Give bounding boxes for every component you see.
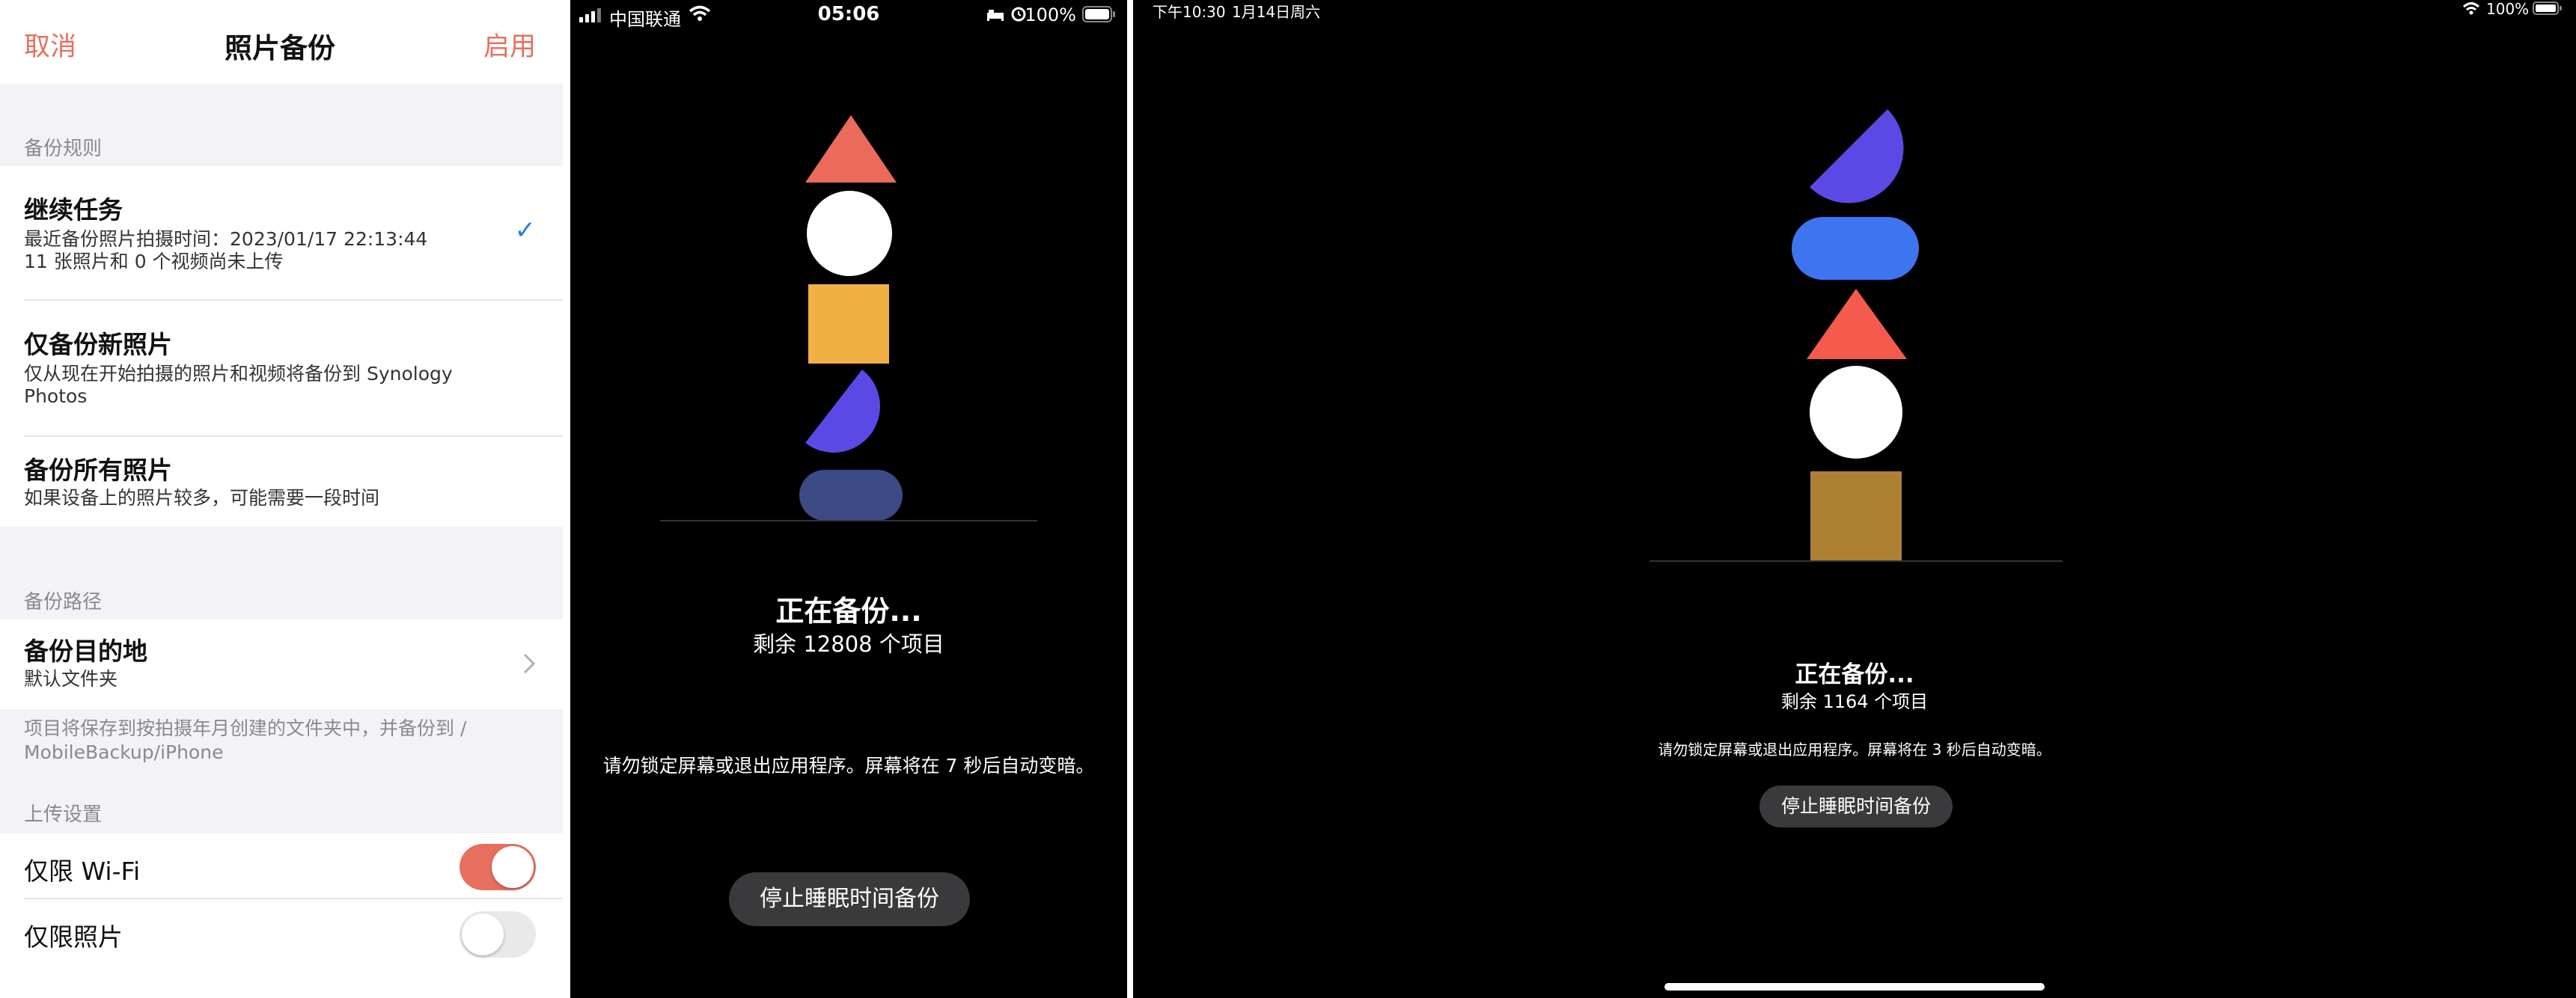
backing-up-title: 正在备份...	[775, 595, 922, 628]
option-title: 仅备份新照片	[24, 330, 172, 359]
option-desc-line1: 仅从现在开始拍摄的照片和视频将备份到 Synology	[24, 363, 453, 385]
pill-shape	[1792, 217, 1919, 280]
enable-button[interactable]: 启用	[483, 25, 536, 64]
option-desc-line2: 11 张照片和 0 个视频尚未上传	[24, 251, 284, 272]
path-note-area: 项目将保存到按拍摄年月创建的文件夹中，并备份到 / MobileBackup/i…	[0, 709, 567, 833]
destination-value: 默认文件夹	[24, 668, 118, 690]
checkmark-icon: ✓	[514, 215, 537, 245]
toggle-knob	[462, 913, 504, 955]
warning-text: 请勿锁定屏幕或退出应用程序。屏幕将在 3 秒后自动变暗。	[1658, 741, 2051, 759]
triangle-shape	[805, 115, 897, 183]
option-all-photos[interactable]: 备份所有照片 如果设备上的照片较多，可能需要一段时间	[0, 438, 563, 525]
stacked-shapes-illustration	[1792, 109, 1919, 561]
divider	[24, 435, 563, 437]
wifi-only-toggle[interactable]	[460, 844, 536, 890]
option-title: 备份所有照片	[24, 456, 172, 485]
warning-text: 请勿锁定屏幕或退出应用程序。屏幕将在 7 秒后自动变暗。	[602, 755, 1095, 777]
section-label-upload: 上传设置	[24, 803, 103, 826]
option-new-photos-only[interactable]: 仅备份新照片 仅从现在开始拍摄的照片和视频将备份到 Synology Photo…	[0, 302, 563, 437]
option-desc-line2: Photos	[24, 385, 88, 407]
backup-destination-row[interactable]: 备份目的地 默认文件夹	[0, 621, 563, 708]
option-desc-line1: 如果设备上的照片较多，可能需要一段时间	[24, 487, 380, 509]
circle-shape	[1810, 366, 1902, 459]
square-shape	[808, 284, 889, 364]
wifi-only-row: 仅限 Wi-Fi	[0, 835, 563, 899]
photos-only-row: 仅限照片	[0, 901, 563, 998]
tablet-backup-screen: 下午10:30 1月14日周六 100% 正在备份... 剩余 1164 个项目…	[1133, 0, 2576, 998]
panel-divider	[1127, 0, 1133, 998]
triangle-shape	[1807, 289, 1907, 359]
destination-title: 备份目的地	[24, 637, 147, 666]
half-circle-shape	[805, 370, 880, 453]
square-shape	[1810, 471, 1902, 561]
baseline-divider	[660, 520, 1037, 521]
circle-shape	[807, 191, 892, 276]
stop-sleep-backup-button[interactable]: 停止睡眠时间备份	[1759, 786, 1953, 827]
option-continue-task[interactable]: 继续任务 最近备份照片拍摄时间：2023/01/17 22:13:44 11 张…	[0, 168, 563, 301]
divider	[24, 898, 563, 899]
half-circle-shape	[1810, 109, 1904, 203]
divider	[24, 299, 563, 301]
section-header-bg: 备份路径	[0, 527, 567, 619]
stop-sleep-backup-button[interactable]: 停止睡眠时间备份	[729, 872, 970, 926]
page-title: 照片备份	[225, 32, 335, 64]
nav-bar: 取消 照片备份 启用	[0, 0, 567, 84]
path-note-line2: MobileBackup/iPhone	[24, 741, 224, 763]
panel-divider	[563, 0, 570, 998]
wifi-only-label: 仅限 Wi-Fi	[24, 857, 141, 886]
baseline-divider	[1649, 560, 2063, 562]
section-label-backup-rules: 备份规则	[24, 138, 103, 160]
section-label-backup-path: 备份路径	[24, 591, 103, 613]
chevron-right-icon	[523, 653, 536, 674]
pill-shape	[799, 470, 903, 521]
photos-only-label: 仅限照片	[24, 922, 123, 952]
backing-up-title: 正在备份...	[1795, 661, 1914, 688]
option-title: 继续任务	[24, 195, 123, 224]
stacked-shapes-illustration	[799, 115, 903, 521]
toggle-knob	[492, 846, 534, 888]
remaining-count: 剩余 1164 个项目	[1780, 691, 1929, 712]
remaining-count: 剩余 12808 个项目	[753, 631, 944, 657]
section-header-bg: 备份规则	[0, 84, 567, 166]
path-note-line1: 项目将保存到按拍摄年月创建的文件夹中，并备份到 /	[24, 717, 467, 739]
phone-backup-screen: 中国联通 05:06 100% 正在备份... 剩余 12808 个项目 请勿锁…	[570, 0, 1127, 998]
photos-only-toggle[interactable]	[460, 911, 536, 958]
home-indicator[interactable]	[1664, 983, 2045, 991]
option-desc-line1: 最近备份照片拍摄时间：2023/01/17 22:13:44	[24, 228, 428, 250]
settings-panel: 取消 照片备份 启用 备份规则 继续任务 最近备份照片拍摄时间：2023/01/…	[0, 0, 567, 998]
